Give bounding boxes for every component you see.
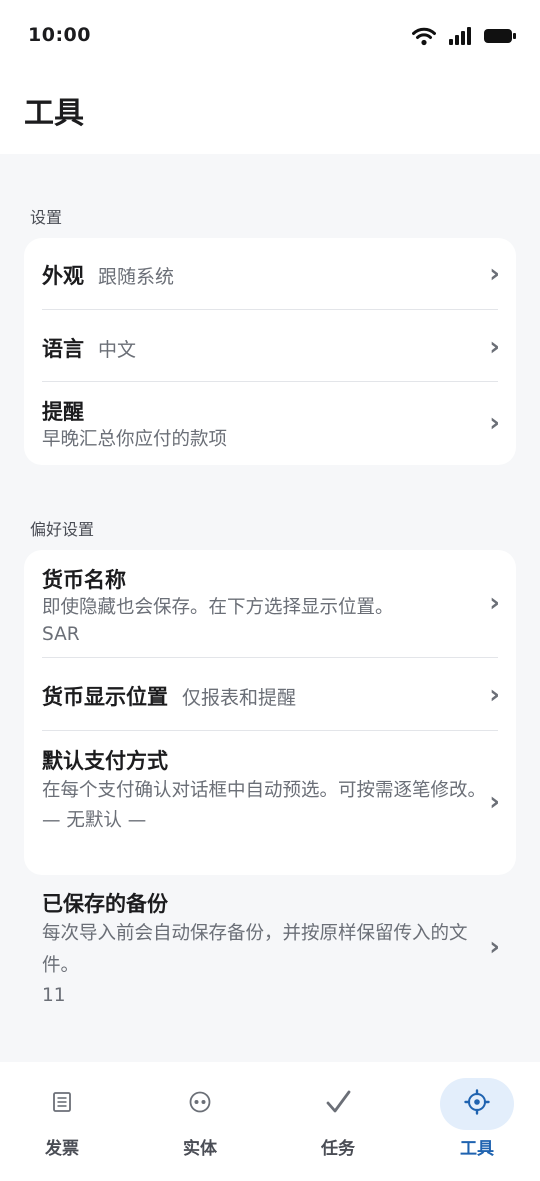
section-label-preferences: 偏好设置 <box>30 520 95 539</box>
wifi-icon <box>412 26 436 46</box>
nav-item-entities[interactable]: 实体 <box>140 1078 260 1166</box>
saved-backups-count: 11 <box>42 985 66 1006</box>
default-payment-row[interactable]: 默认支付方式 在每个支付确认对话框中自动预选。可按需逐笔修改。 — 无默认 — … <box>42 731 500 875</box>
nav-label-invoices: 发票 <box>45 1139 79 1159</box>
saved-backups-subtitle: 每次导入前会自动保存备份，并按原样保留传入的文件。 <box>42 923 468 976</box>
currency-name-title: 货币名称 <box>42 568 126 592</box>
default-payment-value: — 无默认 — <box>42 810 147 831</box>
currency-position-title: 货币显示位置 <box>42 685 168 709</box>
entity-icon <box>188 1090 212 1118</box>
status-bar: 10:00 <box>0 0 540 72</box>
currency-name-value: SAR <box>42 624 80 645</box>
bottom-nav: 发票 实体 任务 工具 <box>0 1062 540 1181</box>
appearance-title: 外观 <box>42 264 84 288</box>
chevron-right-icon: › <box>489 787 500 817</box>
language-value: 中文 <box>98 339 137 361</box>
section-label-settings: 设置 <box>30 208 63 227</box>
chevron-right-icon: › <box>489 588 500 618</box>
currency-position-value: 仅报表和提醒 <box>182 687 297 709</box>
signal-icon <box>448 27 472 45</box>
status-icons <box>412 26 516 46</box>
nav-item-tasks[interactable]: 任务 <box>278 1078 398 1166</box>
reminder-title: 提醒 <box>42 400 84 424</box>
chevron-right-icon: › <box>489 680 500 710</box>
chevron-right-icon: › <box>489 259 500 289</box>
saved-backups-title: 已保存的备份 <box>42 892 168 916</box>
receipt-icon <box>51 1091 73 1117</box>
default-payment-title: 默认支付方式 <box>42 749 168 773</box>
nav-item-invoices[interactable]: 发票 <box>2 1078 122 1166</box>
nav-label-tools: 工具 <box>460 1139 494 1159</box>
chevron-right-icon: › <box>489 932 500 962</box>
language-title: 语言 <box>42 337 84 361</box>
page-title: 工具 <box>24 96 84 131</box>
gear-icon <box>464 1089 490 1119</box>
appearance-value: 跟随系统 <box>98 266 175 288</box>
reminder-subtitle: 早晚汇总你应付的款项 <box>42 429 228 450</box>
nav-item-tools[interactable]: 工具 <box>417 1078 537 1166</box>
app-header: 工具 <box>0 72 540 154</box>
settings-card: 外观 跟随系统 › 语言 中文 › 提醒 早晚汇总你应付的款项 › <box>24 238 516 465</box>
saved-backups-row[interactable]: 已保存的备份 每次导入前会自动保存备份，并按原样保留传入的文件。 11 › <box>42 888 500 1008</box>
currency-name-subtitle: 即使隐藏也会保存。在下方选择显示位置。 <box>42 597 394 618</box>
currency-position-row[interactable]: 货币显示位置 仅报表和提醒 › <box>42 658 500 730</box>
currency-name-row[interactable]: 货币名称 即使隐藏也会保存。在下方选择显示位置。 SAR › <box>42 550 500 657</box>
language-row[interactable]: 语言 中文 › <box>42 310 500 382</box>
chevron-right-icon: › <box>489 332 500 362</box>
reminder-row[interactable]: 提醒 早晚汇总你应付的款项 › <box>42 382 500 465</box>
check-icon <box>324 1088 352 1120</box>
default-payment-subtitle: 在每个支付确认对话框中自动预选。可按需逐笔修改。 <box>42 780 487 801</box>
battery-icon <box>484 28 516 44</box>
appearance-row[interactable]: 外观 跟随系统 › <box>42 238 500 310</box>
settings-content: 设置 外观 跟随系统 › 语言 中文 › 提醒 早晚汇总你应付的款项 › 偏好设 <box>0 154 540 1062</box>
status-time: 10:00 <box>28 24 91 46</box>
chevron-right-icon: › <box>489 408 500 438</box>
nav-label-tasks: 任务 <box>321 1139 355 1159</box>
preferences-card: 货币名称 即使隐藏也会保存。在下方选择显示位置。 SAR › 货币显示位置 仅报… <box>24 550 516 875</box>
nav-label-entities: 实体 <box>183 1139 217 1159</box>
